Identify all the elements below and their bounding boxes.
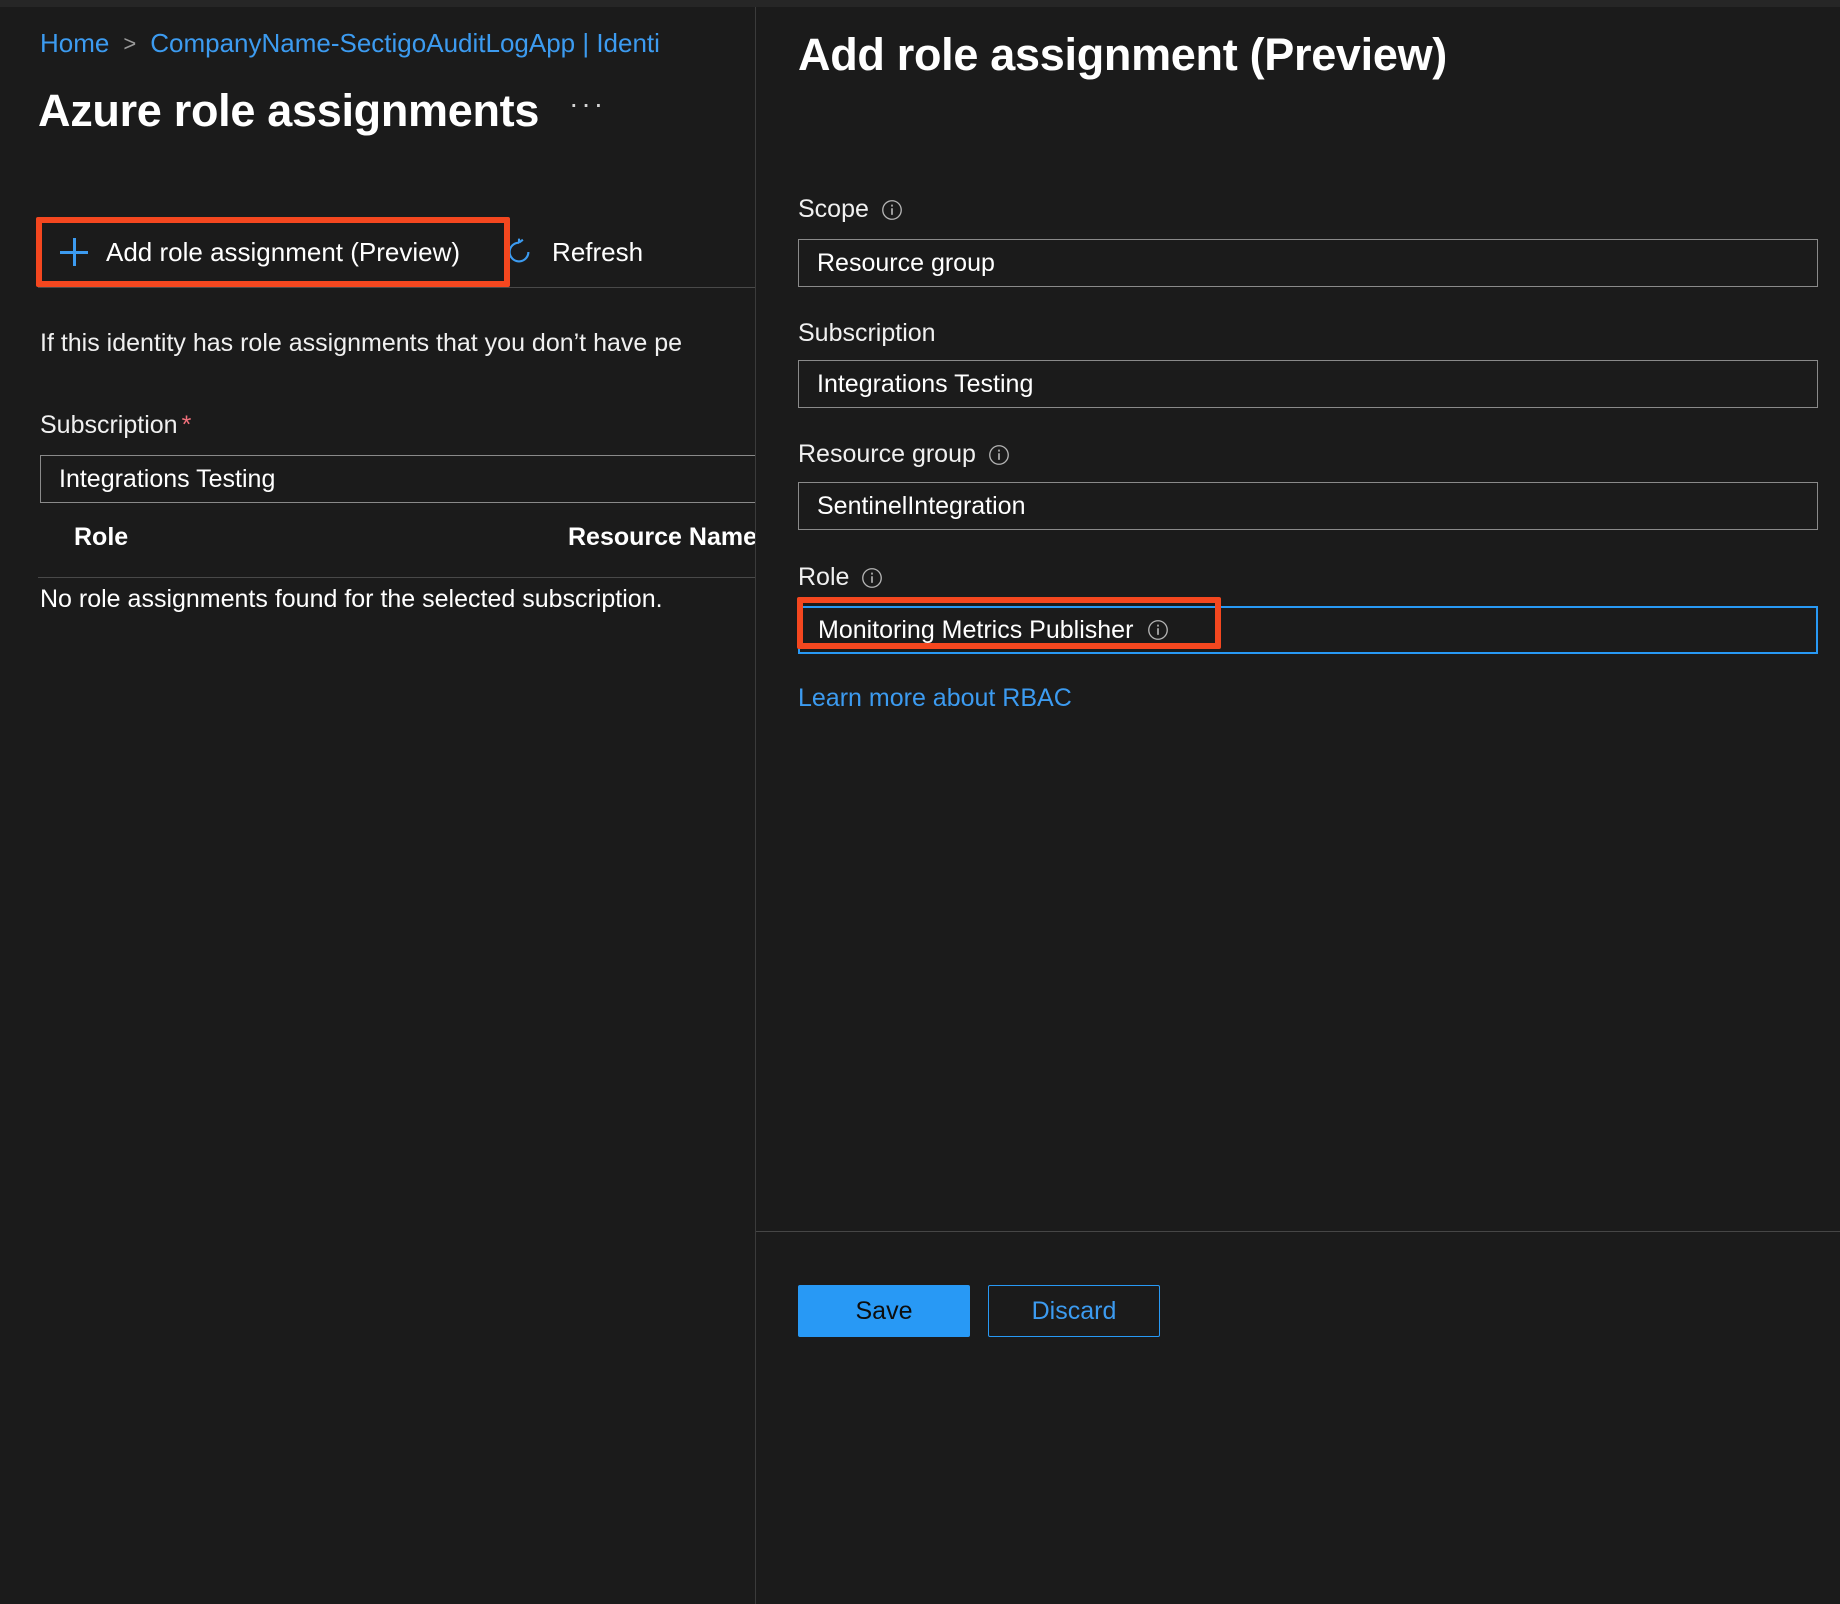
panel-subscription-label-text: Subscription [798, 319, 936, 347]
plus-icon [60, 238, 88, 266]
table-empty-message: No role assignments found for the select… [40, 585, 663, 613]
page-title-row: Azure role assignments ··· [38, 85, 606, 137]
azure-role-assignments-blade: Home > CompanyName-SectigoAuditLogApp | … [0, 7, 755, 1604]
page-title: Azure role assignments [38, 85, 540, 136]
command-bar-divider [38, 287, 755, 288]
scope-label: Scope [798, 195, 903, 224]
table-header-divider [38, 577, 755, 578]
panel-footer: Save Discard [798, 1285, 1160, 1337]
refresh-button[interactable]: Refresh [482, 219, 665, 285]
refresh-label: Refresh [552, 236, 644, 267]
add-role-assignment-button[interactable]: Add role assignment (Preview) [38, 219, 482, 285]
info-icon[interactable] [988, 444, 1010, 466]
scope-label-text: Scope [798, 195, 869, 223]
panel-subscription-selected-value: Integrations Testing [817, 369, 1034, 398]
identity-permissions-note: If this identity has role assignments th… [40, 329, 683, 357]
role-label: Role [798, 563, 883, 592]
role-selected-value: Monitoring Metrics Publisher [818, 615, 1134, 644]
info-icon[interactable] [861, 567, 883, 589]
add-role-assignment-panel: Add role assignment (Preview) Scope Reso… [755, 7, 1840, 1604]
subscription-label-text: Subscription [40, 411, 178, 439]
required-asterisk: * [181, 411, 192, 439]
column-header-role: Role [74, 523, 129, 551]
scope-select[interactable]: Resource group [798, 239, 1818, 287]
role-label-text: Role [798, 563, 850, 591]
breadcrumb-separator-icon: > [123, 30, 137, 56]
resource-group-selected-value: SentinelIntegration [817, 491, 1026, 520]
resource-group-label: Resource group [798, 440, 1010, 469]
column-header-resource-name: Resource Name [568, 523, 755, 551]
role-assignments-table-header: Role Resource Name Resource Type [40, 523, 755, 565]
refresh-icon [508, 238, 530, 263]
panel-subscription-select[interactable]: Integrations Testing [798, 360, 1818, 408]
resource-group-label-text: Resource group [798, 440, 976, 468]
learn-more-rbac-link[interactable]: Learn more about RBAC [798, 684, 1072, 713]
panel-subscription-label: Subscription [798, 319, 936, 348]
footer-divider [756, 1231, 1840, 1232]
breadcrumb-current-link[interactable]: CompanyName-SectigoAuditLogApp | Identi [150, 28, 660, 59]
discard-button[interactable]: Discard [988, 1285, 1160, 1337]
subscription-label: Subscription * [40, 411, 191, 440]
panel-title: Add role assignment (Preview) [798, 29, 1447, 80]
add-role-assignment-label: Add role assignment (Preview) [106, 236, 461, 267]
breadcrumb: Home > CompanyName-SectigoAuditLogApp | … [40, 28, 660, 59]
subscription-select[interactable]: Integrations Testing [40, 455, 755, 503]
more-options-icon[interactable]: ··· [569, 90, 606, 132]
role-select[interactable]: Monitoring Metrics Publisher [798, 606, 1818, 654]
info-icon[interactable] [881, 199, 903, 221]
resource-group-select[interactable]: SentinelIntegration [798, 482, 1818, 530]
azure-portal-screen: Home > CompanyName-SectigoAuditLogApp | … [0, 0, 1840, 1604]
top-strip [0, 0, 1840, 7]
breadcrumb-home-link[interactable]: Home [40, 28, 109, 59]
save-button[interactable]: Save [798, 1285, 970, 1337]
info-icon[interactable] [1147, 619, 1169, 641]
subscription-selected-value: Integrations Testing [59, 464, 276, 493]
command-bar: Add role assignment (Preview) Refresh [38, 219, 665, 285]
scope-selected-value: Resource group [817, 248, 995, 277]
